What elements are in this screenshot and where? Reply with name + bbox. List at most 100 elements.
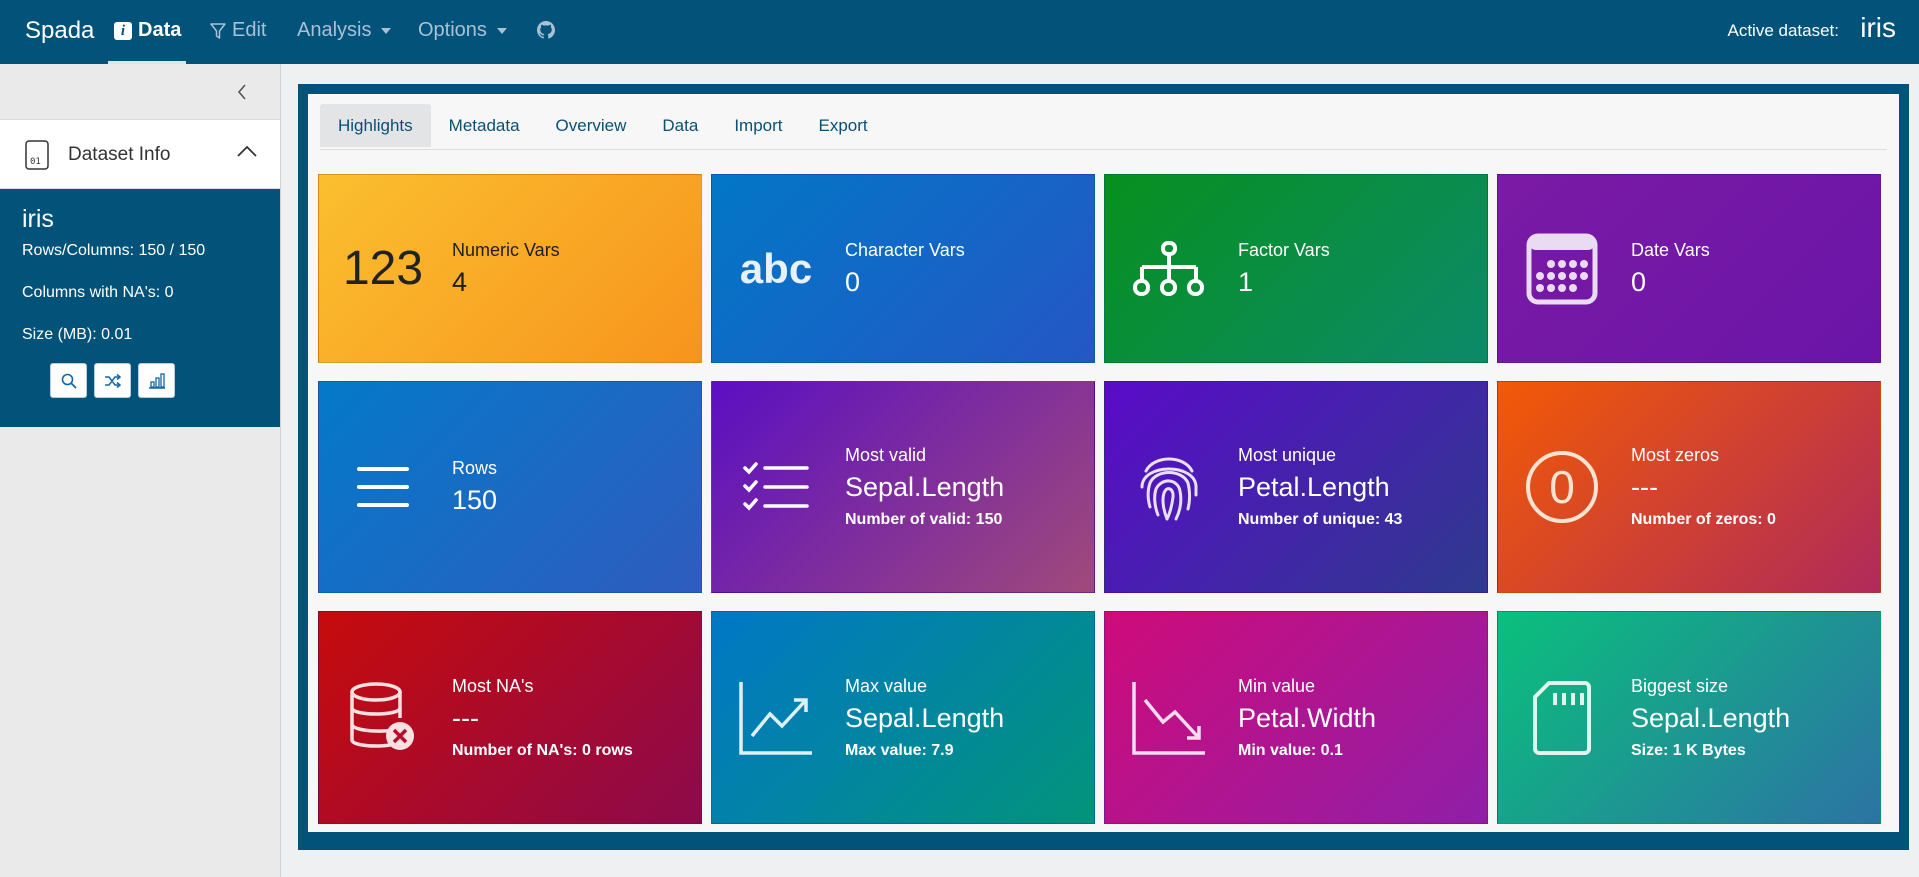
card-title: Most unique <box>1238 445 1337 465</box>
github-link[interactable] <box>537 21 555 39</box>
card-title: Rows <box>452 458 498 478</box>
card-min-value: Min value Petal.Width Min value: 0.1 <box>1104 611 1488 824</box>
card-value: 4 <box>452 266 468 297</box>
binary-file-icon: 01 <box>25 140 49 170</box>
nav-analysis-label: Analysis <box>297 19 372 41</box>
card-title: Date Vars <box>1631 239 1710 260</box>
chart-line-down-icon <box>1119 612 1219 823</box>
zero-circle-icon: 0 <box>1512 382 1612 592</box>
calendar-icon <box>1512 175 1612 362</box>
card-most-na: Most NA's --- Number of NA's: 0 rows <box>318 611 702 824</box>
svg-text:01: 01 <box>30 157 41 167</box>
card-date-vars: Date Vars 0 <box>1497 174 1881 363</box>
nav-options-label: Options <box>418 19 487 41</box>
card-subtext: Number of NA's: 0 rows <box>452 741 633 759</box>
brand-logo[interactable]: Spada <box>25 17 94 45</box>
chevron-left-icon[interactable] <box>236 83 248 101</box>
github-icon <box>537 21 555 39</box>
card-biggest-size: Biggest size Sepal.Length Size: 1 K Byte… <box>1497 611 1881 824</box>
tab-divider <box>320 149 1887 150</box>
main-frame: Highlights Metadata Overview Data Import… <box>298 84 1909 850</box>
text-abc-icon: abc <box>739 244 813 292</box>
caret-down-icon <box>496 27 507 34</box>
shuffle-button[interactable] <box>94 363 131 398</box>
card-title: Max value <box>845 675 928 696</box>
card-factor-vars: Factor Vars 1 <box>1104 174 1488 363</box>
card-numeric-vars: 123 Numeric Vars 4 <box>318 174 702 363</box>
card-value: --- <box>1631 472 1658 502</box>
card-title: Biggest size <box>1631 675 1729 696</box>
tab-import[interactable]: Import <box>716 104 800 147</box>
search-icon <box>61 373 77 389</box>
sitemap-icon <box>1119 175 1219 362</box>
active-dataset-label: Active dataset: <box>1727 21 1839 40</box>
card-value: Sepal.Length <box>845 702 1005 733</box>
shuffle-icon <box>104 373 121 388</box>
card-max-value: Max value Sepal.Length Max value: 7.9 <box>711 611 1095 824</box>
tab-highlights[interactable]: Highlights <box>320 104 431 147</box>
card-subtext: Number of unique: 43 <box>1238 511 1403 528</box>
tab-metadata[interactable]: Metadata <box>431 104 538 147</box>
card-value: 150 <box>452 485 498 515</box>
card-title: Min value <box>1238 675 1316 696</box>
bar-chart-icon <box>148 372 165 389</box>
card-rows: Rows 150 <box>318 381 702 593</box>
nav-edit[interactable]: Edit <box>210 19 266 42</box>
database-remove-icon <box>333 612 433 823</box>
dataset-info-body: iris Rows/Columns: 150 / 150 Columns wit… <box>0 189 280 427</box>
highlights-panel: Highlights Metadata Overview Data Import… <box>308 94 1899 832</box>
card-most-valid: Most valid Sepal.Length Number of valid:… <box>711 381 1095 593</box>
card-title: Most zeros <box>1631 445 1720 465</box>
card-title: Numeric Vars <box>452 239 560 260</box>
active-dataset-name: iris <box>1860 12 1896 43</box>
sd-card-icon <box>1512 612 1612 823</box>
card-value: Petal.Width <box>1238 702 1377 733</box>
card-value: Sepal.Length <box>845 472 1005 502</box>
card-value: Sepal.Length <box>1631 702 1791 733</box>
card-title: Character Vars <box>845 239 965 260</box>
chevron-up-icon[interactable] <box>236 144 258 158</box>
card-subtext: Size: 1 K Bytes <box>1631 741 1746 759</box>
nav-edit-label: Edit <box>232 19 267 41</box>
tab-bar: Highlights Metadata Overview Data Import… <box>320 104 886 147</box>
sidebar: 01 Dataset Info iris Rows/Columns: 150 /… <box>0 64 281 877</box>
tab-overview[interactable]: Overview <box>538 104 645 147</box>
card-value: --- <box>452 702 479 733</box>
card-character-vars: abc Character Vars 0 <box>711 174 1095 363</box>
bars-icon <box>333 382 433 592</box>
dataset-action-buttons <box>50 363 258 398</box>
search-button[interactable] <box>50 363 87 398</box>
nav-data[interactable]: i Data <box>114 19 181 42</box>
card-most-zeros: 0 Most zeros --- Number of zeros: 0 <box>1497 381 1881 593</box>
info-icon: i <box>114 21 132 40</box>
card-subtext: Number of zeros: 0 <box>1631 511 1776 528</box>
dataset-name: iris <box>22 205 54 233</box>
caret-down-icon <box>381 27 392 34</box>
dataset-info-header[interactable]: 01 Dataset Info <box>0 119 280 189</box>
card-value: 1 <box>1238 266 1254 297</box>
chart-line-up-icon <box>726 612 826 823</box>
nav-analysis-dropdown[interactable]: Analysis <box>297 19 392 42</box>
card-title: Factor Vars <box>1238 239 1330 260</box>
svg-text:0: 0 <box>1549 461 1575 513</box>
card-value: 0 <box>1631 266 1647 297</box>
checklist-icon <box>726 382 826 592</box>
tab-export[interactable]: Export <box>801 104 886 147</box>
tab-data[interactable]: Data <box>644 104 716 147</box>
filter-icon <box>210 22 226 39</box>
rows-columns-text: Rows/Columns: 150 / 150 <box>22 242 206 259</box>
card-subtext: Number of valid: 150 <box>845 511 1003 528</box>
size-text: Size (MB): 0.01 <box>22 326 133 343</box>
sidebar-collapse-bar <box>0 64 280 119</box>
card-title: Most NA's <box>452 675 534 696</box>
nav-options-dropdown[interactable]: Options <box>418 19 507 42</box>
card-value: Petal.Length <box>1238 472 1390 502</box>
card-most-unique: Most unique Petal.Length Number of uniqu… <box>1104 381 1488 593</box>
card-subtext: Max value: 7.9 <box>845 741 954 759</box>
card-title: Most valid <box>845 445 927 465</box>
dataset-info-title: Dataset Info <box>68 144 171 165</box>
top-navbar: Spada i Data Edit Analysis Options Activ… <box>0 0 1919 64</box>
bar-chart-button[interactable] <box>138 363 175 398</box>
nav-data-label: Data <box>138 19 182 41</box>
card-subtext: Min value: 0.1 <box>1238 741 1343 759</box>
